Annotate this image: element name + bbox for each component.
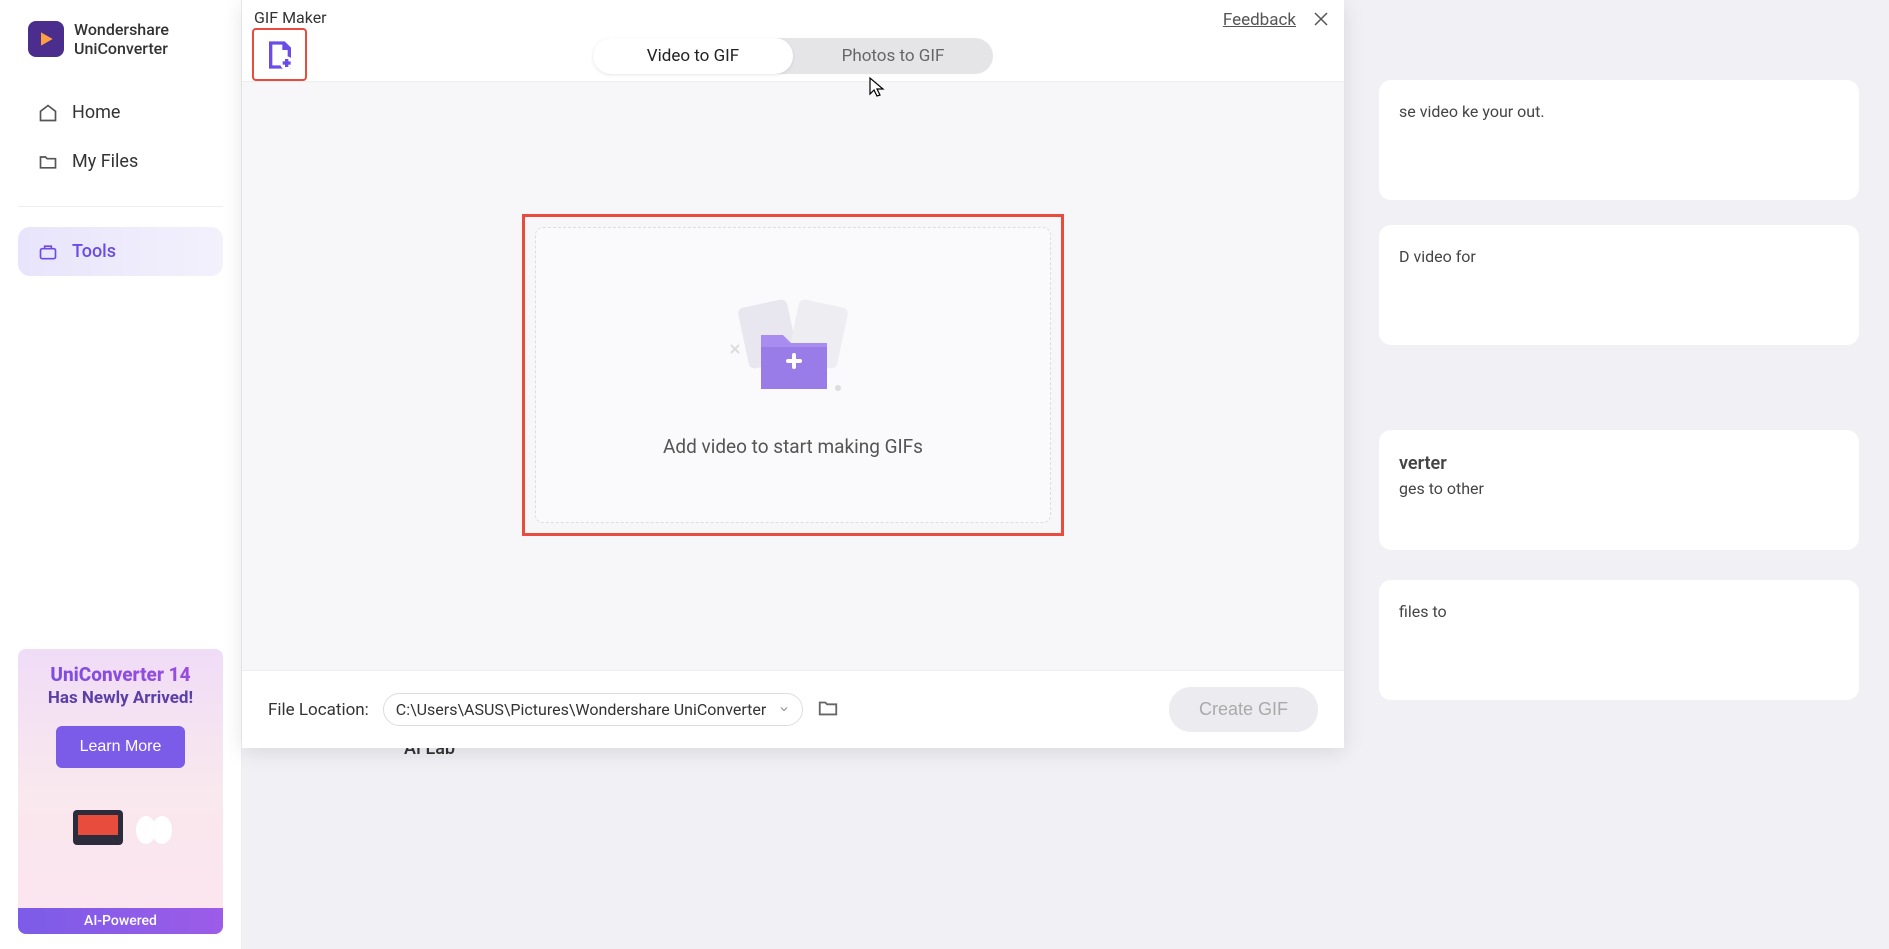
bg-card-4: files to (1379, 580, 1859, 700)
nav-tools-label: Tools (72, 241, 116, 262)
modal-title: GIF Maker (254, 8, 327, 27)
brand-icon (28, 21, 64, 57)
brand-header: Wondershare UniConverter (0, 0, 241, 78)
dropzone-text: Add video to start making GIFs (663, 435, 923, 458)
sidebar: Wondershare UniConverter Home My Files T… (0, 0, 242, 949)
bg-card-3-text: ges to other (1399, 479, 1484, 498)
dropzone-highlight: Add video to start making GIFs (522, 214, 1064, 536)
file-path-text: C:\Users\ASUS\Pictures\Wondershare UniCo… (396, 700, 770, 719)
tab-switcher: Video to GIF Photos to GIF (593, 38, 993, 74)
learn-more-button[interactable]: Learn More (56, 726, 186, 768)
chevron-down-icon (778, 700, 790, 719)
promo-footer: AI-Powered (18, 908, 223, 934)
nav-home-label: Home (72, 102, 120, 123)
gif-maker-tool-icon[interactable] (252, 28, 307, 81)
close-icon[interactable] (1312, 10, 1330, 32)
tab-video-to-gif[interactable]: Video to GIF (593, 38, 793, 74)
file-path-dropdown[interactable]: C:\Users\ASUS\Pictures\Wondershare UniCo… (383, 693, 803, 726)
nav-divider (18, 206, 223, 207)
folder-add-icon (713, 293, 873, 403)
bg-card-2-text: D video for (1399, 247, 1476, 266)
nav-myfiles[interactable]: My Files (18, 137, 223, 186)
promo-sub: Has Newly Arrived! (30, 688, 211, 708)
modal-header: GIF Maker Feedback Video to GIF Photos t… (242, 0, 1344, 82)
nav-tools[interactable]: Tools (18, 227, 223, 276)
home-icon (38, 103, 58, 123)
nav-myfiles-label: My Files (72, 151, 138, 172)
add-video-dropzone[interactable]: Add video to start making GIFs (535, 227, 1051, 523)
brand-line2: UniConverter (74, 39, 169, 58)
promo-card[interactable]: UniConverter 14 Has Newly Arrived! Learn… (18, 649, 223, 934)
bg-card-1: se video ke your out. (1379, 80, 1859, 200)
nav-home[interactable]: Home (18, 88, 223, 137)
tab-photos-to-gif[interactable]: Photos to GIF (793, 38, 993, 74)
modal-footer: File Location: C:\Users\ASUS\Pictures\Wo… (242, 670, 1344, 748)
file-location-label: File Location: (268, 700, 369, 720)
bg-subhead: verter (1399, 453, 1447, 474)
bg-card-2: D video for (1379, 225, 1859, 345)
feedback-link[interactable]: Feedback (1223, 10, 1296, 30)
gif-maker-modal: GIF Maker Feedback Video to GIF Photos t… (242, 0, 1344, 748)
promo-art (30, 780, 211, 870)
toolbox-icon (38, 242, 58, 262)
promo-title: UniConverter 14 (30, 663, 211, 686)
open-folder-icon[interactable] (817, 697, 839, 723)
bg-card-4-text: files to (1399, 602, 1447, 621)
brand-line1: Wondershare (74, 20, 169, 39)
create-gif-button[interactable]: Create GIF (1169, 687, 1318, 732)
bg-card-1-text: se video ke your out. (1399, 102, 1545, 121)
bg-card-3: verter ges to other (1379, 430, 1859, 550)
folder-icon (38, 152, 58, 172)
